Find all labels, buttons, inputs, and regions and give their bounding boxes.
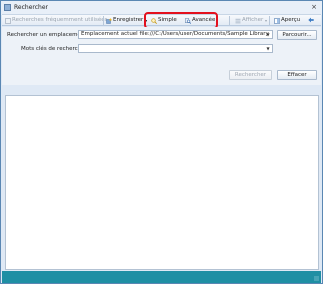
save-star-icon bbox=[106, 17, 112, 24]
search-list-icon bbox=[5, 17, 11, 24]
search-window: Rechercher × Recherches fréquemment util… bbox=[0, 0, 323, 284]
chevron-down-icon: ▼ bbox=[266, 32, 270, 37]
arrow-left-icon bbox=[308, 17, 314, 22]
resize-grip[interactable] bbox=[314, 276, 319, 281]
save-button[interactable]: Enregistrer ▾ bbox=[106, 16, 147, 25]
search-results-area[interactable] bbox=[5, 95, 319, 270]
toolbar-separator bbox=[269, 16, 270, 25]
status-bar bbox=[2, 271, 321, 283]
close-button[interactable]: × bbox=[309, 3, 319, 11]
frequent-searches-button[interactable]: Recherches fréquemment utilisées ▾ bbox=[5, 16, 111, 25]
search-button[interactable]: Rechercher bbox=[229, 70, 272, 80]
toolbar-separator bbox=[103, 16, 104, 25]
location-value: Emplacement actuel file:///C:/Users/user… bbox=[81, 31, 269, 37]
search-criteria-panel: Rechercher un emplacement : Emplacement … bbox=[2, 27, 321, 85]
preview-button[interactable]: Aperçu bbox=[274, 16, 300, 25]
back-button[interactable] bbox=[308, 16, 315, 25]
clear-button[interactable]: Effacer bbox=[277, 70, 317, 80]
display-button[interactable]: Afficher ▾ bbox=[235, 16, 267, 25]
display-list-icon bbox=[235, 18, 241, 23]
search-window-icon bbox=[4, 4, 11, 11]
browse-button[interactable]: Parcourir... bbox=[277, 30, 317, 40]
chevron-down-icon: ▼ bbox=[266, 46, 270, 51]
chevron-down-icon: ▾ bbox=[265, 18, 268, 23]
toolbar-separator bbox=[229, 16, 230, 25]
preview-icon bbox=[274, 17, 280, 24]
window-title: Rechercher bbox=[14, 4, 48, 11]
keywords-input[interactable]: ▼ bbox=[78, 44, 273, 53]
location-dropdown[interactable]: Emplacement actuel file:///C:/Users/user… bbox=[78, 30, 273, 39]
